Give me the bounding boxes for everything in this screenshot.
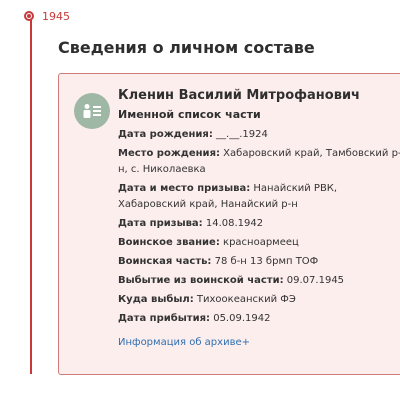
timeline-year: 1945 [42, 10, 70, 23]
person-name: Кленин Василий Митрофанович [118, 88, 360, 103]
timeline-marker [24, 11, 34, 21]
section-title: Сведения о личном составе [58, 38, 315, 57]
field-label: Воинская часть: [118, 256, 212, 267]
field-label: Дата рождения: [118, 129, 213, 140]
field-conscription-place: Дата и место призыва: Нанайский РВК, Хаб… [118, 181, 400, 213]
document-type: Именной список части [118, 108, 261, 121]
field-label: Дата прибытия: [118, 313, 211, 324]
field-arrival-date: Дата прибытия: 05.09.1942 [118, 311, 400, 327]
field-value: __.__.1924 [216, 129, 268, 140]
field-label: Дата призыва: [118, 218, 203, 229]
field-value: Тихоокеанский ФЭ [196, 294, 296, 305]
field-birth-date: Дата рождения: __.__.1924 [118, 127, 400, 143]
field-label: Место рождения: [118, 148, 220, 159]
field-rank: Воинское звание: красноармеец [118, 235, 400, 251]
field-label: Выбытие из воинской части: [118, 275, 284, 286]
record-card: Кленин Василий Митрофанович Именной спис… [58, 73, 400, 375]
timeline-line [30, 16, 32, 374]
field-conscription-date: Дата призыва: 14.08.1942 [118, 216, 400, 232]
field-military-unit: Воинская часть: 78 б-н 13 брмп ТОФ [118, 254, 400, 270]
field-departed-to: Куда выбыл: Тихоокеанский ФЭ [118, 292, 400, 308]
field-label: Дата и место призыва: [118, 183, 251, 194]
field-label: Куда выбыл: [118, 294, 194, 305]
person-list-icon [74, 93, 110, 129]
field-birth-place: Место рождения: Хабаровский край, Тамбов… [118, 146, 400, 178]
archive-info-link[interactable]: Информация об архиве+ [118, 337, 250, 348]
field-value: 78 б-н 13 брмп ТОФ [214, 256, 319, 267]
field-value: красноармеец [223, 237, 299, 248]
record-content: Кленин Василий Митрофанович Именной спис… [118, 88, 400, 349]
field-label: Воинское звание: [118, 237, 220, 248]
field-value: 05.09.1942 [213, 313, 271, 324]
field-value: 09.07.1945 [286, 275, 345, 286]
field-value: 14.08.1942 [205, 218, 264, 229]
field-departure-date: Выбытие из воинской части: 09.07.1945 [118, 273, 400, 289]
